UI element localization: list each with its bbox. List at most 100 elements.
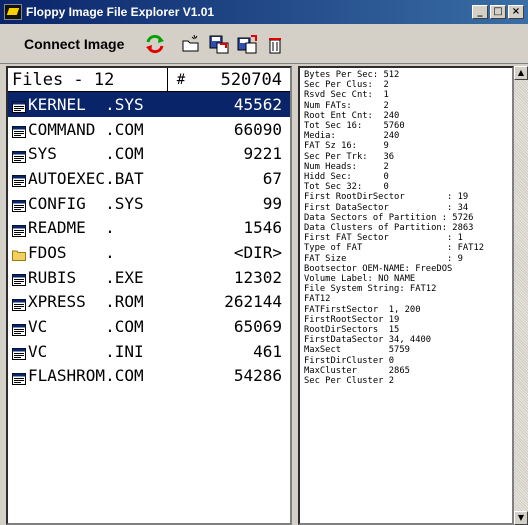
disk-info-panel[interactable]: Bytes Per Sec: 512 Sec Per Clus: 2 Rsvd Se… [298,66,514,525]
file-icon [12,296,26,311]
app-icon [4,4,22,20]
file-icon [12,370,26,385]
file-row[interactable]: SYS .COM 9221 [8,141,290,166]
scroll-down-icon[interactable]: ▼ [514,511,528,525]
file-size: 45562 [233,94,282,114]
refresh-icon[interactable] [144,33,166,55]
file-size: 67 [262,168,282,188]
window-controls: _ □ × [472,5,524,19]
file-list-panel[interactable]: Files - 12 # 520704 KERNEL .SYS 45562 COMM… [6,66,292,525]
disk-info-lines: Bytes Per Sec: 512 Sec Per Clus: 2 Rsvd Se… [304,70,508,386]
files-count-header[interactable]: Files - 12 [8,68,168,91]
file-name: RUBIS .EXE [28,267,144,287]
file-row[interactable]: FDOS . <DIR> [8,240,290,265]
file-icon [12,148,26,163]
file-icon [12,98,26,114]
disk-info-line: File System String: FAT12 [304,284,437,295]
file-row[interactable]: VC .COM 65069 [8,314,290,339]
new-folder-icon[interactable] [180,33,202,55]
file-icon [12,321,26,336]
file-row[interactable]: AUTOEXEC.BAT 67 [8,166,290,191]
file-size: 99 [262,193,282,213]
file-name: AUTOEXEC.BAT [28,168,144,188]
file-row[interactable]: CONFIG .SYS 99 [8,191,290,216]
minimize-button[interactable]: _ [472,5,488,19]
disk-info-line: Tot Sec 16: 5760 [304,121,405,132]
file-row[interactable]: VC .INI 461 [8,339,290,364]
disk-info-line: Bootsector OEM-NAME: FreeDOS [304,263,453,274]
file-name: XPRESS .ROM [28,292,144,312]
file-row[interactable]: FLASHROM.COM 54286 [8,364,290,389]
file-size: 12302 [233,267,282,287]
file-name: VC .INI [28,341,144,361]
file-name: FLASHROM.COM [28,366,144,386]
disk-info-line: Root Ent Cnt: 240 [304,110,400,121]
title-bar: Floppy Image File Explorer V1.01 _ □ × [0,0,528,24]
disk-info-line: Data Clusters of Partition: 2863 [304,223,474,234]
file-size: 54286 [233,366,282,386]
disk-info-line: Num FATs: 2 [304,100,389,111]
disk-info-line: FirstDirCluster 0 [304,355,395,366]
file-size: 9221 [243,144,282,164]
disk-info-line: Type of FAT : FAT12 [304,243,485,254]
disk-info-line: FAT Size : 9 [304,253,463,264]
file-row[interactable]: README . 1546 [8,215,290,240]
disk-info-line: Sec Per Trk: 36 [304,151,395,162]
maximize-button[interactable]: □ [490,5,506,19]
file-name: SYS .COM [28,144,144,164]
hash-header[interactable]: # [168,68,194,91]
file-row[interactable]: COMMAND .COM 66090 [8,117,290,142]
window-title: Floppy Image File Explorer V1.01 [26,5,215,19]
file-name: VC .COM [28,317,144,337]
total-size-header[interactable]: 520704 [194,68,290,91]
file-icon [12,172,26,188]
disk-info-line: First DataSector : 34 [304,202,469,213]
disk-info-line: Tot Sec 32: 0 [304,182,389,193]
file-rows: KERNEL .SYS 45562 COMMAND .COM 66090 SYS .CO… [8,92,290,388]
disk-info-line: FirstDataSector 34, 4400 [304,335,432,346]
delete-icon[interactable] [264,33,286,55]
disk-info-line: FirstRootSector 19 [304,314,400,325]
disk-info-line: FAT Sz 16: 9 [304,141,389,152]
file-name: KERNEL .SYS [28,94,144,114]
info-scrollbar[interactable]: ▲ ▼ [514,66,528,525]
disk-info-line: FAT12 [304,294,331,305]
file-size: 66090 [233,119,282,139]
scroll-up-icon[interactable]: ▲ [514,66,528,80]
folder-icon [12,246,26,262]
disk-info-line: RootDirSectors 15 [304,325,400,336]
file-icon [12,123,26,139]
disk-info-line: Num Heads: 2 [304,161,389,172]
file-size: 65069 [233,317,282,337]
disk-info-line: FATFirstSector 1, 200 [304,304,421,315]
close-button[interactable]: × [508,5,524,19]
disk-info-line: MaxCluster 2865 [304,365,410,376]
file-name: CONFIG .SYS [28,193,144,213]
file-name: README . [28,218,115,238]
disk-info-line: Media: 240 [304,131,400,142]
disk-info-line: Hidd Sec: 0 [304,172,389,183]
disk-info-line: MaxSect 5759 [304,345,410,356]
toolbar: Connect Image [0,24,528,64]
file-size: 461 [253,341,282,361]
connect-image-button[interactable]: Connect Image [8,32,136,56]
file-row[interactable]: KERNEL .SYS 45562 [8,92,290,117]
disk-info-line: Bytes Per Sec: 512 [304,70,400,80]
file-name: FDOS . [28,242,115,262]
file-size: 262144 [224,292,282,312]
extract-file-icon[interactable] [236,33,258,55]
add-file-icon[interactable] [208,33,230,55]
file-icon [12,345,26,361]
file-name: COMMAND .COM [28,119,144,139]
file-row[interactable]: RUBIS .EXE 12302 [8,265,290,290]
disk-info-line: Data Sectors of Partition : 5726 [304,212,474,223]
disk-info-line: First FAT Sector : 1 [304,233,463,244]
disk-info-line: Rsvd Sec Cnt: 1 [304,90,389,101]
disk-info-line: Volume Label: NO NAME [304,274,416,285]
file-icon [12,271,26,287]
file-icon [12,197,26,213]
file-size: <DIR> [233,242,282,262]
file-list-header: Files - 12 # 520704 [8,68,290,92]
disk-info-line: Sec Per Cluster 2 [304,376,395,387]
file-row[interactable]: XPRESS .ROM 262144 [8,290,290,315]
